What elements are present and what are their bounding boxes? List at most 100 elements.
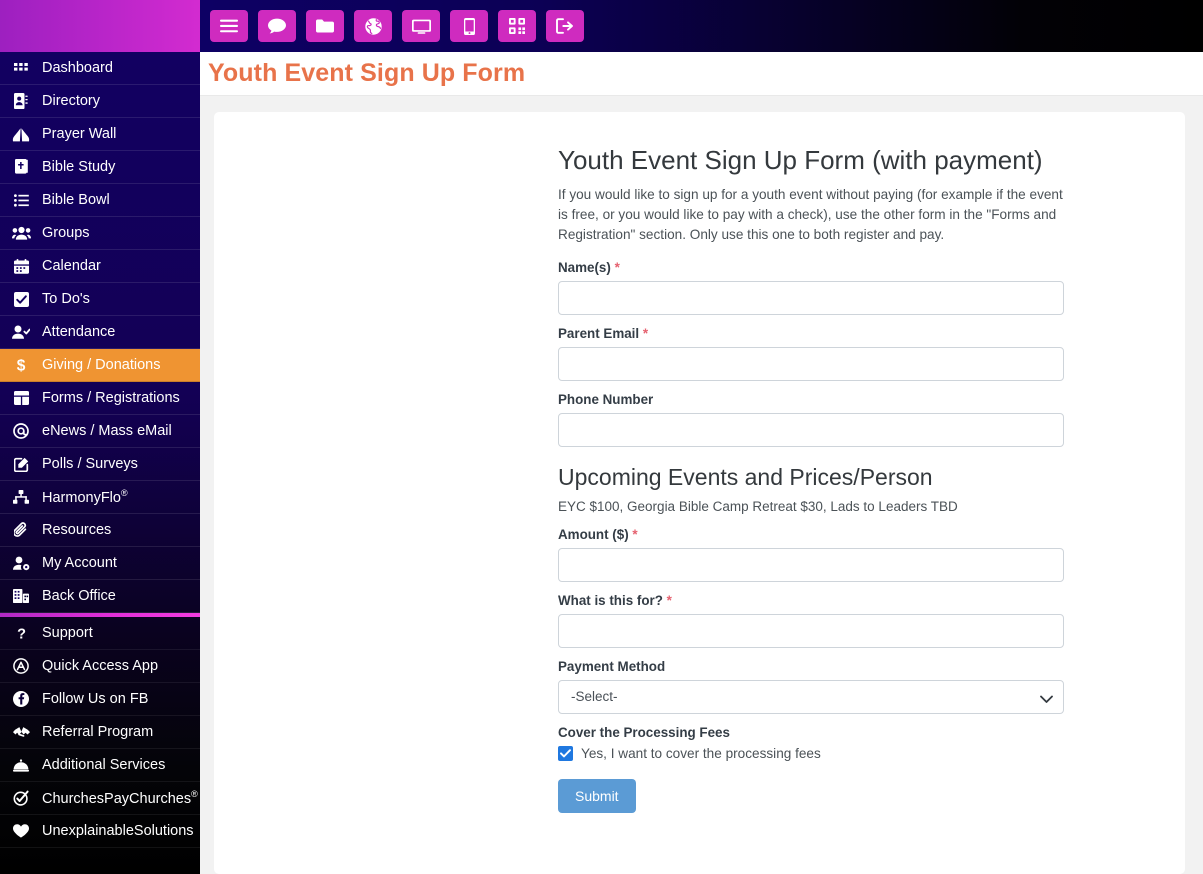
paperclip-icon: [9, 522, 33, 538]
sidebar-item-unexplainablesolutions[interactable]: UnexplainableSolutions: [0, 815, 200, 848]
label-processing-fees: Cover the Processing Fees: [558, 724, 730, 740]
sidebar-item-giving-donations[interactable]: $ Giving / Donations: [0, 349, 200, 382]
toolbar-button-qrcode[interactable]: [498, 10, 536, 42]
processing-fees-checkbox[interactable]: [558, 745, 573, 761]
sidebar-item-label: UnexplainableSolutions: [42, 822, 194, 839]
user-check-icon: [9, 325, 33, 339]
sidebar-item-forms-registrations[interactable]: Forms / Registrations: [0, 382, 200, 415]
sidebar-item-support[interactable]: ? Support: [0, 617, 200, 650]
names-input[interactable]: [558, 280, 1064, 315]
label-payment-method: Payment Method: [558, 658, 666, 674]
sidebar-item-polls-surveys[interactable]: Polls / Surveys: [0, 448, 200, 481]
sidebar-item-label: Polls / Surveys: [42, 455, 138, 472]
field-payment-method: Payment Method -Select-: [558, 659, 1064, 714]
toolbar-button-chat[interactable]: [258, 10, 296, 42]
parent-email-input[interactable]: [558, 346, 1064, 381]
sidebar-item-follow-us-on-fb[interactable]: Follow Us on FB: [0, 683, 200, 716]
field-parent-email: Parent Email *: [558, 326, 1064, 381]
list-icon: [9, 193, 33, 207]
sidebar-item-label: Quick Access App: [42, 657, 159, 674]
registered-mark: ®: [191, 788, 198, 799]
field-what-is-this-for: What is this for? *: [558, 593, 1064, 648]
calendar-icon: [9, 258, 33, 274]
label-what-is-this-for: What is this for? *: [558, 593, 1064, 608]
sidebar-item-label: Support: [42, 624, 93, 641]
toolbar-button-folder[interactable]: [306, 10, 344, 42]
phone-number-input[interactable]: [558, 412, 1064, 447]
sidebar-item-resources[interactable]: Resources: [0, 514, 200, 547]
sidebar-item-harmonyflo[interactable]: HarmonyFlo®: [0, 481, 200, 514]
dollar-icon: $: [9, 357, 33, 373]
form-card: Youth Event Sign Up Form (with payment) …: [214, 112, 1185, 874]
what-is-this-for-input[interactable]: [558, 613, 1064, 648]
sidebar-item-prayer-wall[interactable]: Prayer Wall: [0, 118, 200, 151]
sidebar-item-label: Back Office: [42, 587, 116, 604]
required-marker: *: [632, 526, 638, 542]
sidebar-item-label: Prayer Wall: [42, 125, 117, 142]
amount-input[interactable]: [558, 547, 1064, 582]
field-processing-fees: Cover the Processing Fees Yes, I want to…: [558, 725, 1064, 761]
sidebar-item-label: To Do's: [42, 290, 90, 307]
top-toolbar: [200, 0, 1203, 52]
sidebar-item-attendance[interactable]: Attendance: [0, 316, 200, 349]
grid-icon: [9, 62, 33, 75]
sidebar-item-label: Dashboard: [42, 59, 113, 76]
field-amount: Amount ($) *: [558, 527, 1064, 582]
sidebar-item-bible-bowl[interactable]: Bible Bowl: [0, 184, 200, 217]
toolbar-button-menu[interactable]: [210, 10, 248, 42]
mobile-icon: [463, 17, 475, 35]
toolbar-button-globe[interactable]: [354, 10, 392, 42]
processing-fees-check-row: Yes, I want to cover the processing fees: [558, 745, 1064, 761]
sidebar-item-referral-program[interactable]: Referral Program: [0, 716, 200, 749]
sidebar-item-label: My Account: [42, 554, 117, 571]
content-area: Youth Event Sign Up Form (with payment) …: [200, 96, 1203, 874]
label-what-is-this-for-text: What is this for?: [558, 592, 663, 608]
sidebar-item-to-do-s[interactable]: To Do's: [0, 283, 200, 316]
sidebar-item-back-office[interactable]: Back Office: [0, 580, 200, 613]
folder-icon: [316, 19, 334, 33]
sidebar-item-my-account[interactable]: My Account: [0, 547, 200, 580]
facebook-icon: [9, 691, 33, 707]
heart-icon: [9, 824, 33, 838]
payment-method-select[interactable]: -Select-: [558, 679, 1064, 714]
sidebar-item-quick-access-app[interactable]: Quick Access App: [0, 650, 200, 683]
events-section-subtitle: EYC $100, Georgia Bible Camp Retreat $30…: [558, 498, 958, 514]
qrcode-icon: [509, 18, 525, 34]
app-root: Dashboard Directory Prayer Wall Bible Study…: [0, 0, 1203, 874]
sidebar-item-label: Directory: [42, 92, 101, 109]
label-names: Name(s) *: [558, 260, 1064, 275]
handshake-icon: [9, 726, 33, 739]
sidebar-item-churchespaychurches[interactable]: ChurchesPayChurches®: [0, 782, 200, 815]
sidebar-item-directory[interactable]: Directory: [0, 85, 200, 118]
label-parent-email: Parent Email *: [558, 326, 1064, 341]
sidebar-item-groups[interactable]: Groups: [0, 217, 200, 250]
sidebar-brand-header: [0, 0, 200, 52]
at-icon: [9, 423, 33, 439]
required-marker: *: [614, 259, 620, 275]
monitor-icon: [411, 19, 431, 34]
sidebar-item-label: Forms / Registrations: [42, 389, 180, 406]
praying-hands-icon: [9, 127, 33, 142]
registered-mark: ®: [120, 487, 128, 498]
menu-icon: [220, 19, 238, 33]
submit-button[interactable]: Submit: [558, 778, 636, 813]
sidebar-secondary-nav: ? Support Quick Access App Follow Us on FB R…: [0, 617, 200, 848]
label-amount-text: Amount ($): [558, 526, 629, 542]
toolbar-button-logout[interactable]: [546, 10, 584, 42]
sidebar-item-label: Bible Bowl: [42, 191, 110, 208]
sidebar-item-label: eNews / Mass eMail: [42, 422, 172, 439]
sidebar-item-dashboard[interactable]: Dashboard: [0, 52, 200, 85]
field-names: Name(s) *: [558, 260, 1064, 315]
check-badge-icon: [9, 790, 33, 806]
sidebar-item-additional-services[interactable]: Additional Services: [0, 749, 200, 782]
toolbar-button-mobile[interactable]: [450, 10, 488, 42]
toolbar-button-monitor[interactable]: [402, 10, 440, 42]
signup-form: Youth Event Sign Up Form (with payment) …: [558, 145, 1064, 813]
sidebar-item-calendar[interactable]: Calendar: [0, 250, 200, 283]
pen-square-icon: [9, 457, 33, 472]
sidebar-item-label: Giving / Donations: [42, 356, 161, 373]
sidebar-item-enews-mass-email[interactable]: eNews / Mass eMail: [0, 415, 200, 448]
label-parent-email-text: Parent Email: [558, 325, 640, 341]
sidebar-item-bible-study[interactable]: Bible Study: [0, 151, 200, 184]
required-marker: *: [666, 592, 672, 608]
